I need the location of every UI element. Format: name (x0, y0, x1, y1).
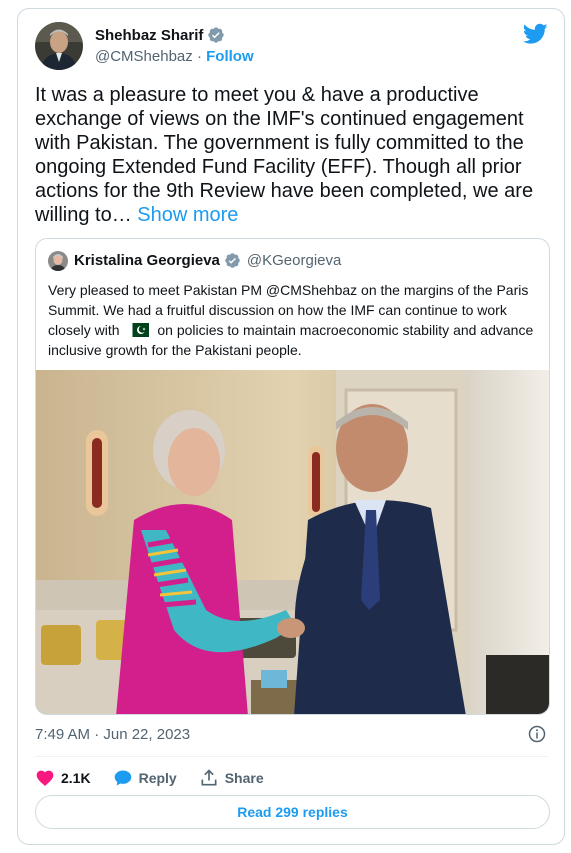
show-more-link[interactable]: Show more (137, 204, 238, 226)
quoted-text-part-2: on policies to maintain macroeconomic st… (48, 322, 534, 358)
author-handle[interactable]: @CMShehbaz (95, 48, 193, 65)
tweet-body: It was a pleasure to meet you & have a p… (35, 84, 534, 226)
quoted-tweet[interactable]: Kristalina Georgieva @KGeorgieva Very pl… (35, 238, 550, 715)
verified-badge-icon (208, 27, 225, 43)
pakistan-flag-icon (127, 323, 150, 337)
share-label: Share (224, 770, 264, 786)
quoted-author-avatar[interactable] (48, 251, 68, 271)
quoted-author-handle[interactable]: @KGeorgieva (247, 252, 341, 269)
quoted-author-row[interactable]: Kristalina Georgieva @KGeorgieva (74, 252, 341, 269)
quoted-tweet-text: Very pleased to meet Pakistan PM @CMSheh… (48, 280, 540, 360)
like-count: 2.1K (61, 770, 91, 786)
author-name[interactable]: Shehbaz Sharif (95, 27, 203, 44)
reply-label: Reply (138, 770, 177, 786)
author-avatar[interactable] (35, 22, 83, 70)
share-button[interactable]: Share (199, 768, 264, 788)
tweet-card: Shehbaz Sharif @CMShehbaz · Follow It wa… (17, 8, 565, 845)
tweet-timestamp[interactable]: 7:49 AM · Jun 22, 2023 (35, 726, 190, 743)
reply-button[interactable]: Reply (113, 768, 177, 788)
tweet-text: It was a pleasure to meet you & have a p… (35, 83, 547, 227)
follow-button[interactable]: Follow (206, 48, 254, 65)
verified-badge-icon (225, 253, 240, 268)
heart-icon (36, 770, 54, 786)
author-name-row[interactable]: Shehbaz Sharif (95, 26, 225, 44)
action-bar: 2.1K Reply Share (35, 764, 286, 792)
meta-separator: · (196, 48, 202, 65)
meeting-photo[interactable] (36, 370, 550, 715)
author-meta: @CMShehbaz · Follow (95, 48, 254, 65)
reply-bubble-icon (114, 770, 131, 786)
twitter-bird-icon[interactable] (523, 23, 548, 45)
like-button[interactable]: 2.1K (35, 768, 91, 788)
share-icon (201, 769, 217, 786)
footer-divider (35, 756, 548, 757)
info-icon[interactable] (528, 725, 546, 743)
quoted-author-name[interactable]: Kristalina Georgieva (74, 252, 220, 269)
read-replies-button[interactable]: Read 299 replies (35, 795, 550, 829)
